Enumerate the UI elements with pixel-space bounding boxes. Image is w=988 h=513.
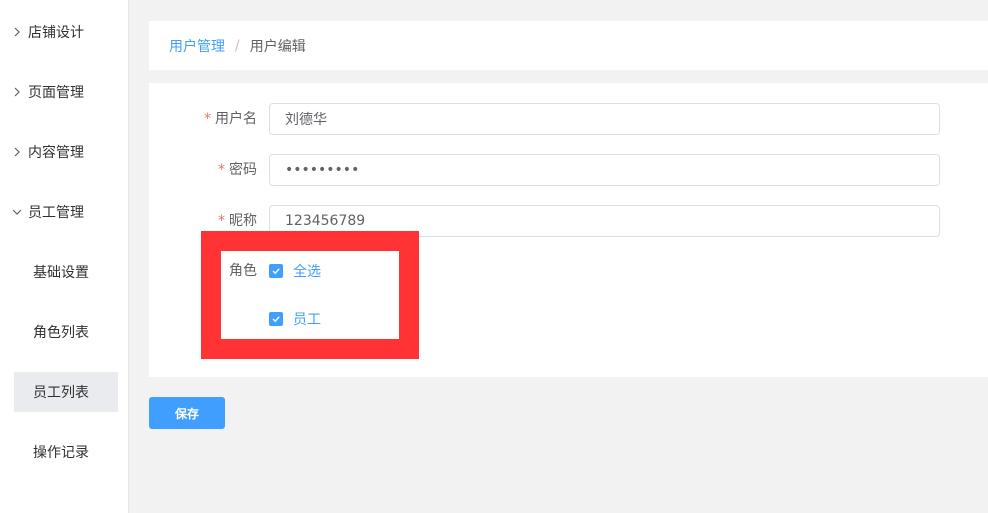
breadcrumb: 用户管理 / 用户编辑 — [149, 21, 988, 70]
sidebar-menu-label: 店铺设计 — [28, 25, 84, 41]
sidebar-menu-shop-design[interactable]: 店铺设计 — [0, 12, 128, 52]
sidebar-menu-content-management[interactable]: 内容管理 — [0, 132, 128, 172]
breadcrumb-user-management[interactable]: 用户管理 — [169, 36, 225, 56]
sidebar-item-label: 角色列表 — [33, 325, 89, 341]
checkmark-icon — [269, 312, 283, 326]
required-mark: * — [218, 162, 225, 178]
sidebar-menu-staff-management[interactable]: 员工管理 — [0, 192, 128, 232]
save-button[interactable]: 保存 — [149, 397, 225, 429]
sidebar-item-label: 员工列表 — [33, 385, 89, 401]
chevron-right-icon — [10, 145, 24, 159]
user-edit-form: *用户名 *密码 *昵称 角色 全选 员工 — [149, 83, 988, 377]
role-staff-checkbox[interactable]: 员工 — [269, 303, 321, 335]
sidebar-item-operation-log[interactable]: 操作记录 — [14, 432, 118, 472]
breadcrumb-current: 用户编辑 — [249, 38, 306, 55]
sidebar-item-staff-list[interactable]: 员工列表 — [14, 372, 118, 412]
username-label: * 用户名 — [204, 111, 257, 127]
check-all-checkbox[interactable]: 全选 — [269, 255, 321, 287]
password-input[interactable] — [269, 154, 940, 186]
sidebar-item-label: 基础设置 — [33, 265, 89, 281]
required-mark: * — [204, 111, 211, 127]
sidebar-item-basic-settings[interactable]: 基础设置 — [14, 252, 118, 292]
username-input[interactable] — [269, 103, 940, 135]
checkmark-icon — [269, 264, 283, 278]
sidebar-menu-label: 页面管理 — [28, 85, 84, 101]
form-row-role: 角色 全选 员工 — [149, 255, 988, 328]
check-all-label: 全选 — [293, 264, 321, 280]
sidebar-item-role-list[interactable]: 角色列表 — [14, 312, 118, 352]
sidebar-item-label: 操作记录 — [33, 445, 89, 461]
password-label: * 密码 — [218, 162, 257, 178]
sidebar: 店铺设计 页面管理 内容管理 员工管理 基础设置 角色列表 员工列表 操作记录 — [0, 0, 129, 513]
breadcrumb-separator: / — [235, 37, 240, 54]
sidebar-menu-label: 员工管理 — [28, 205, 84, 221]
required-mark: * — [218, 213, 225, 229]
form-row-username: * 用户名 — [149, 103, 988, 135]
sidebar-menu-page-management[interactable]: 页面管理 — [0, 72, 128, 112]
role-label: 角色 — [229, 263, 257, 279]
chevron-right-icon — [10, 25, 24, 39]
sidebar-menu-label: 内容管理 — [28, 145, 84, 161]
chevron-down-icon — [10, 205, 24, 219]
nickname-label: * 昵称 — [218, 213, 257, 229]
form-row-nickname: * 昵称 — [149, 205, 988, 237]
chevron-right-icon — [10, 85, 24, 99]
nickname-input[interactable] — [269, 205, 940, 237]
role-staff-label: 员工 — [293, 312, 321, 328]
form-row-password: * 密码 — [149, 154, 988, 186]
